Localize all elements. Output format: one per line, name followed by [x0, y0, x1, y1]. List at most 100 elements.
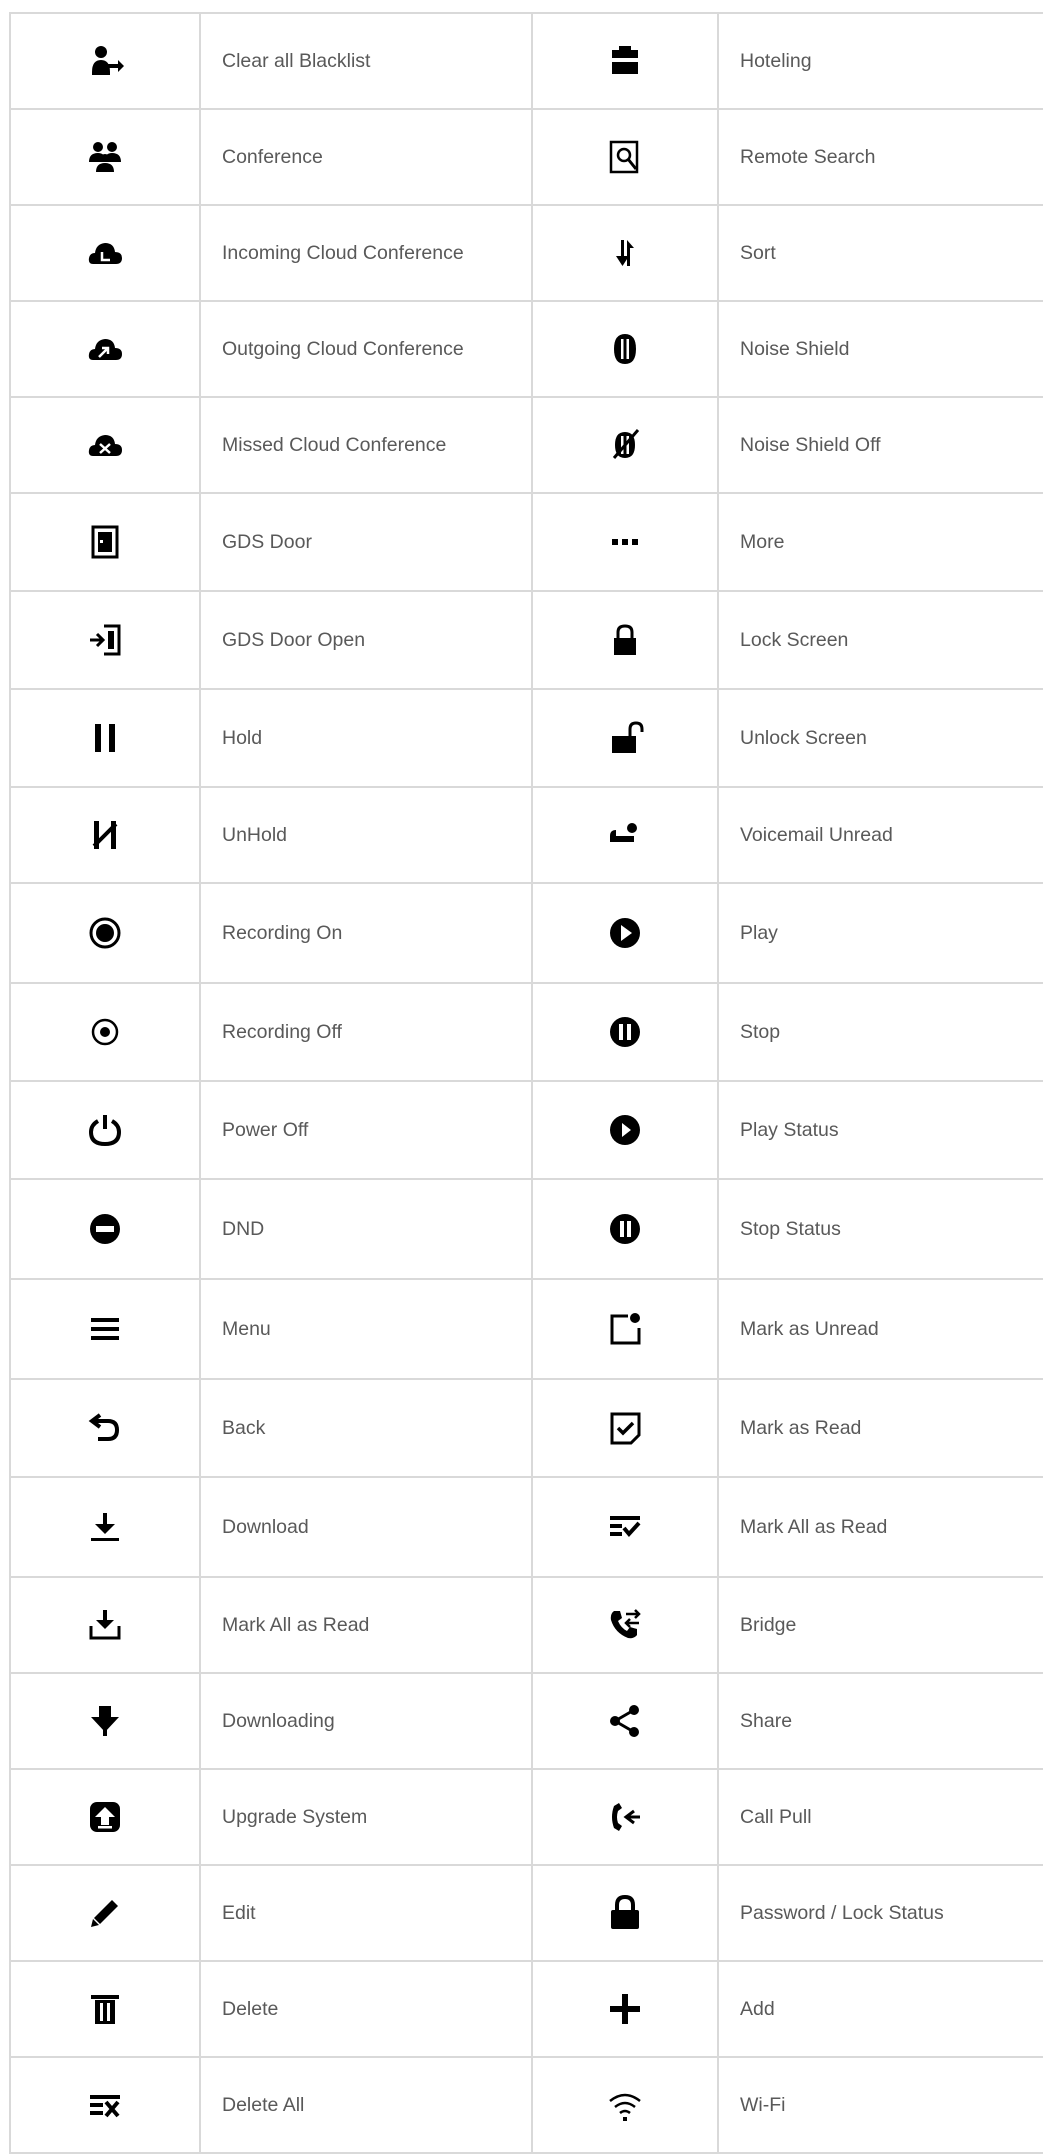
more-icon [606, 523, 644, 561]
icon-label: Voicemail Unread [717, 786, 1043, 884]
recording-off-icon [86, 1013, 124, 1051]
icon-label: Downloading [199, 1672, 533, 1770]
icon-label: Play [717, 882, 1043, 984]
icon-label: Mark All as Read [717, 1476, 1043, 1578]
icon-cell [531, 492, 719, 592]
sort-icon [606, 234, 644, 272]
icon-cell [531, 786, 719, 884]
table-row: Hold Unlock Screen [9, 688, 1043, 788]
table-row: Menu Mark as Unread [9, 1278, 1043, 1380]
icon-cell [531, 1278, 719, 1380]
mark-all-as-read-icon [606, 1508, 644, 1546]
table-row: Delete All Wi-Fi [9, 2056, 1043, 2154]
table-row: GDS Door More [9, 492, 1043, 592]
table-row: Upgrade System Call Pull [9, 1768, 1043, 1866]
download-tray-icon [86, 1606, 124, 1644]
table-row: Delete Add [9, 1960, 1043, 2058]
icon-cell [531, 590, 719, 690]
icon-cell [531, 1672, 719, 1770]
table-row: DND Stop Status [9, 1178, 1043, 1280]
table-row: GDS Door Open Lock Screen [9, 590, 1043, 690]
icon-label: Play Status [717, 1080, 1043, 1180]
icon-cell [9, 1476, 201, 1578]
voicemail-unread-icon [606, 816, 644, 854]
icon-label: More [717, 492, 1043, 592]
icon-label: GDS Door [199, 492, 533, 592]
table-row: Download Mark All as Read [9, 1476, 1043, 1578]
clear-blacklist-icon [86, 42, 124, 80]
icon-cell [9, 1278, 201, 1380]
table-row: Power Off Play Status [9, 1080, 1043, 1180]
table-row: Outgoing Cloud Conference Noise Shield [9, 300, 1043, 398]
bridge-icon [606, 1606, 644, 1644]
icon-label: Noise Shield [717, 300, 1043, 398]
icon-label: Unlock Screen [717, 688, 1043, 788]
conference-icon [86, 138, 124, 176]
icon-cell [9, 786, 201, 884]
icon-label: Lock Screen [717, 590, 1043, 690]
icon-cell [9, 300, 201, 398]
icon-label: GDS Door Open [199, 590, 533, 690]
icon-label: Mark All as Read [199, 1576, 533, 1674]
hoteling-icon [606, 42, 644, 80]
icon-cell [531, 204, 719, 302]
table-row: UnHold Voicemail Unread [9, 786, 1043, 884]
icon-cell [9, 688, 201, 788]
share-icon [606, 1702, 644, 1740]
gds-door-icon [86, 523, 124, 561]
icon-label: Stop [717, 982, 1043, 1082]
icon-label: Menu [199, 1278, 533, 1380]
icon-cell [9, 2056, 201, 2154]
icon-label: Noise Shield Off [717, 396, 1043, 494]
stop-icon [606, 1013, 644, 1051]
icon-label: Wi-Fi [717, 2056, 1043, 2154]
icon-cell [531, 1476, 719, 1578]
icon-label: Back [199, 1378, 533, 1478]
icon-label: Mark as Unread [717, 1278, 1043, 1380]
table-row: Incoming Cloud Conference Sort [9, 204, 1043, 302]
power-off-icon [86, 1111, 124, 1149]
icon-label: Bridge [717, 1576, 1043, 1674]
upgrade-system-icon [86, 1798, 124, 1836]
icon-label: Add [717, 1960, 1043, 2058]
lock-screen-icon [606, 621, 644, 659]
icon-cell [9, 1576, 201, 1674]
table-row: Missed Cloud Conference Noise Shield Off [9, 396, 1043, 494]
icon-cell [531, 688, 719, 788]
icon-cell [531, 396, 719, 494]
table-row: Conference Remote Search [9, 108, 1043, 206]
icon-legend-body: Clear all Blacklist Hoteling Conference Rem… [9, 12, 1043, 2154]
delete-icon [86, 1990, 124, 2028]
back-icon [86, 1409, 124, 1447]
hold-icon [86, 719, 124, 757]
unlock-screen-icon [606, 719, 644, 757]
gds-door-open-icon [86, 621, 124, 659]
icon-cell [9, 492, 201, 592]
icon-label: Stop Status [717, 1178, 1043, 1280]
icon-cell [531, 2056, 719, 2154]
icon-label: Hoteling [717, 12, 1043, 110]
password-lock-icon [606, 1894, 644, 1932]
delete-all-icon [86, 2086, 124, 2124]
noise-shield-icon [606, 330, 644, 368]
table-row: Back Mark as Read [9, 1378, 1043, 1478]
icon-cell [531, 1378, 719, 1478]
icon-label: Delete [199, 1960, 533, 2058]
incoming-cloud-conference-icon [86, 234, 124, 272]
icon-cell [9, 982, 201, 1082]
icon-cell [531, 12, 719, 110]
icon-label: Call Pull [717, 1768, 1043, 1866]
downloading-icon [86, 1702, 124, 1740]
play-icon [606, 914, 644, 952]
recording-on-icon [86, 914, 124, 952]
table-row: Clear all Blacklist Hoteling [9, 12, 1043, 110]
table-row: Edit Password / Lock Status [9, 1864, 1043, 1962]
icon-cell [9, 1768, 201, 1866]
icon-label: Sort [717, 204, 1043, 302]
icon-label: Hold [199, 688, 533, 788]
edit-icon [86, 1894, 124, 1932]
call-pull-icon [606, 1798, 644, 1836]
icon-cell [531, 1576, 719, 1674]
remote-search-icon [606, 138, 644, 176]
play-status-icon [606, 1111, 644, 1149]
